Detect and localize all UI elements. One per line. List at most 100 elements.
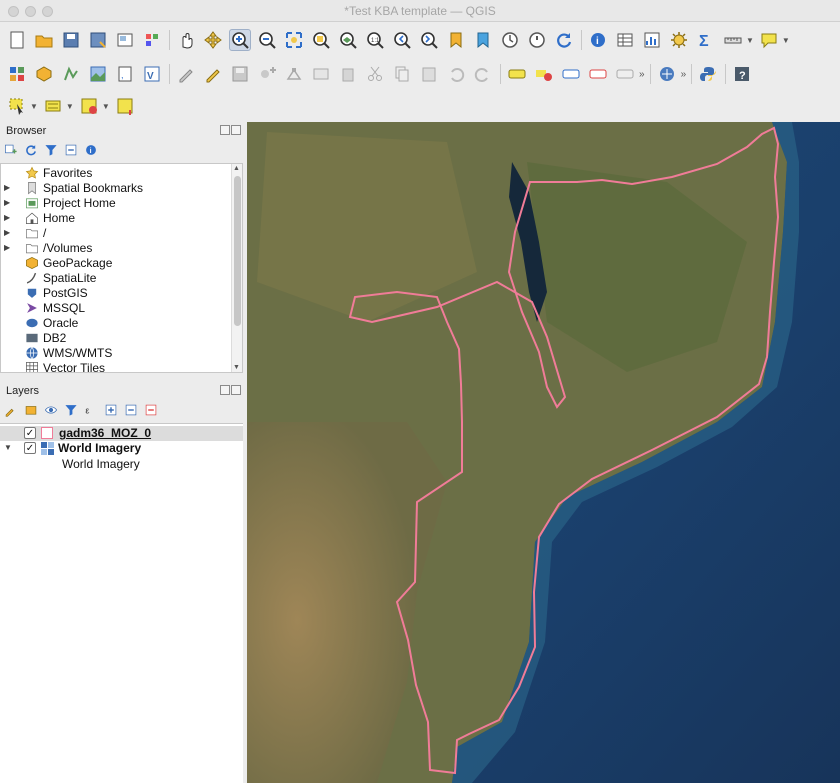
filter-legend-icon[interactable] [64,403,78,417]
browser-item-vector-tiles[interactable]: Vector Tiles [1,360,231,372]
collapse-all-icon[interactable] [64,143,78,157]
browser-scrollbar[interactable]: ▲ ▼ [231,164,242,372]
expand-arrow-icon[interactable]: ▼ [4,443,12,452]
remove-layer-icon[interactable] [144,403,158,417]
modify-attributes-icon[interactable] [310,63,332,85]
expand-arrow-icon[interactable]: ▶ [4,183,10,192]
cut-icon[interactable] [364,63,386,85]
new-geopackage-icon[interactable] [33,63,55,85]
browser-item-spatialite[interactable]: SpatiaLite [1,270,231,285]
browser-item-oracle[interactable]: Oracle [1,315,231,330]
expand-arrow-icon[interactable]: ▶ [4,243,10,252]
help-icon[interactable]: ? [731,63,753,85]
float-panel-button[interactable] [220,125,230,135]
zoom-out-icon[interactable] [256,29,278,51]
zoom-to-native-icon[interactable]: 1:1 [364,29,386,51]
undo-icon[interactable] [445,63,467,85]
collapse-all-icon[interactable] [124,403,138,417]
zoom-to-layer-icon[interactable] [337,29,359,51]
manage-visibility-icon[interactable] [44,403,58,417]
add-vector-icon[interactable] [60,63,82,85]
select-location-icon[interactable] [114,95,136,117]
map-tips-icon[interactable] [526,29,548,51]
plugin-icon[interactable] [656,63,678,85]
label-delete-icon[interactable] [587,63,609,85]
browser-item-project-home[interactable]: ▶ Project Home [1,195,231,210]
add-feature-icon[interactable] [256,63,278,85]
add-selected-icon[interactable] [4,143,18,157]
select-features-icon[interactable] [6,95,28,117]
style-panel-icon[interactable] [4,403,18,417]
show-bookmarks-icon[interactable] [472,29,494,51]
dropdown-arrow-icon[interactable]: ▼ [66,102,74,111]
expand-arrow-icon[interactable]: ▶ [4,228,10,237]
dropdown-arrow-icon[interactable]: ▼ [102,102,110,111]
expand-all-icon[interactable] [104,403,118,417]
zoom-last-icon[interactable] [391,29,413,51]
browser-item-[interactable]: ▶ / [1,225,231,240]
copy-icon[interactable] [391,63,413,85]
python-icon[interactable] [697,63,719,85]
measure-icon[interactable] [722,29,744,51]
identify-icon[interactable]: i [587,29,609,51]
filter-icon[interactable] [44,143,58,157]
save-edits-icon[interactable] [229,63,251,85]
add-delimited-icon[interactable]: , [114,63,136,85]
dropdown-arrow-icon[interactable]: ▼ [30,102,38,111]
label-icon[interactable] [506,63,528,85]
browser-item-volumes[interactable]: ▶ /Volumes [1,240,231,255]
zoom-to-selection-icon[interactable] [310,29,332,51]
info-icon[interactable]: i [84,143,98,157]
label-pin-icon[interactable] [533,63,555,85]
toggle-editing-icon[interactable] [202,63,224,85]
label-rotate-icon[interactable] [614,63,636,85]
browser-item-postgis[interactable]: PostGIS [1,285,231,300]
annotation-icon[interactable] [758,29,780,51]
sum-icon[interactable]: Σ [695,29,717,51]
new-bookmark-icon[interactable] [445,29,467,51]
layer-row-world-imagery[interactable]: ▼ ✓ World Imagery [0,441,243,456]
browser-item-db2[interactable]: DB2 [1,330,231,345]
browser-item-favorites[interactable]: Favorites [1,165,231,180]
label-highlight-icon[interactable] [560,63,582,85]
add-raster-icon[interactable] [87,63,109,85]
virtual-layer-icon[interactable]: V [141,63,163,85]
current-edits-icon[interactable] [175,63,197,85]
scrollbar-thumb[interactable] [234,176,241,326]
dropdown-arrow-icon[interactable]: ▼ [782,36,790,45]
new-project-icon[interactable] [6,29,28,51]
paste-icon[interactable] [418,63,440,85]
add-group-icon[interactable] [24,403,38,417]
zoom-next-icon[interactable] [418,29,440,51]
expand-arrow-icon[interactable]: ▶ [4,213,10,222]
select-by-value-icon[interactable] [42,95,64,117]
statistics-icon[interactable] [641,29,663,51]
browser-item-mssql[interactable]: MSSQL [1,300,231,315]
browser-item-geopackage[interactable]: GeoPackage [1,255,231,270]
browser-item-wms-wmts[interactable]: WMS/WMTS [1,345,231,360]
deselect-icon[interactable] [78,95,100,117]
close-panel-button[interactable] [231,125,241,135]
save-as-icon[interactable] [87,29,109,51]
refresh-icon[interactable] [553,29,575,51]
browser-item-home[interactable]: ▶ Home [1,210,231,225]
layer-visibility-checkbox[interactable]: ✓ [24,442,36,454]
zoom-full-icon[interactable] [283,29,305,51]
refresh-icon[interactable] [24,143,38,157]
save-project-icon[interactable] [60,29,82,51]
data-source-manager-icon[interactable] [6,63,28,85]
browser-item-spatial-bookmarks[interactable]: ▶ Spatial Bookmarks [1,180,231,195]
expression-filter-icon[interactable]: ε [84,403,98,417]
open-project-icon[interactable] [33,29,55,51]
dropdown-arrow-icon[interactable]: ▼ [746,36,754,45]
expand-arrow-icon[interactable]: ▶ [4,198,10,207]
temporal-controller-icon[interactable] [499,29,521,51]
toolbar-overflow-icon[interactable]: » [639,69,645,80]
layer-row-gadm36-moz-0[interactable]: ✓ gadm36_MOZ_0 [0,426,243,441]
pan-icon[interactable] [175,29,197,51]
style-manager-icon[interactable] [141,29,163,51]
pan-to-selection-icon[interactable] [202,29,224,51]
close-panel-button[interactable] [231,385,241,395]
layer-visibility-checkbox[interactable]: ✓ [24,427,36,439]
float-panel-button[interactable] [220,385,230,395]
